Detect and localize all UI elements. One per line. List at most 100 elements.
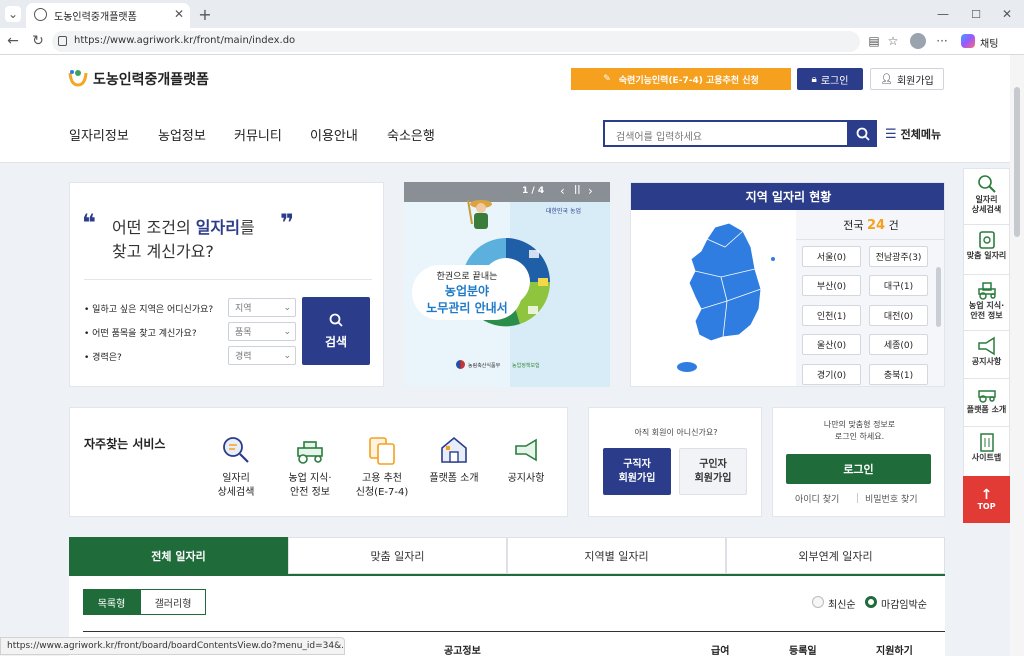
login-button[interactable]: 로그인 [786,454,931,484]
member-signup-card: 아직 회원이 아니신가요? 구직자 회원가입 구인자 회원가입 [588,407,762,517]
maximize-icon[interactable]: ☐ [967,6,985,22]
search-button[interactable] [849,120,877,147]
quick-farm-knowledge[interactable]: 농업 지식· 안전 정보 [963,277,1010,331]
region-jobs-card: 지역 일자리 현황 전국 24 건 서울(0) 전남광주(3) 부산(0) 대구… [630,182,945,387]
region-question-text: 일하고 싶은 지역은 어디신가요? [92,305,214,315]
employer-signup-button[interactable]: 구인자 회원가입 [679,448,747,495]
chevron-down-icon: ⌄ [283,350,291,361]
region-sejong[interactable]: 세종(0) [869,334,928,355]
sort-deadline-label[interactable]: 마감임박순 [881,596,927,611]
total-count: 24 [867,218,886,233]
region-question: • 일하고 싶은 지역은 어디신가요? [84,305,214,315]
service-notice[interactable]: 공지사항 [498,434,554,486]
quick-platform-intro[interactable]: 플랫폼 소개 [963,381,1010,427]
copilot-icon[interactable] [961,34,975,48]
banner-next-icon[interactable]: › [588,184,593,198]
web-page: 도농인력중개플랫폼 ✎ 숙련기능인력(E-7-4) 고용추천 신청 🔒︎ 로그인… [0,55,1010,656]
tab-region-jobs[interactable]: 지역별 일자리 [507,537,726,574]
e74-recommend-label: 숙련기능인력(E-7-4) 고용추천 신청 [618,75,759,86]
tractor-icon [297,441,323,464]
login-card: 나만의 맞춤형 정보로 로그인 하세요. 로그인 아이디 찾기 비밀번호 찾기 [772,407,945,517]
region-daegu[interactable]: 대구(1) [869,275,928,296]
region-jeonnam-gwangju[interactable]: 전남광주(3) [869,246,928,267]
sort-deadline-radio[interactable] [865,596,877,608]
header-login-button[interactable]: 🔒︎ 로그인 [797,68,863,90]
profile-avatar[interactable] [910,33,926,49]
more-menu-icon[interactable]: ··· [934,33,950,49]
tractor-icon [977,282,996,300]
banner-pause-icon[interactable]: || [574,185,581,195]
site-logo-icon[interactable] [68,69,88,87]
tab-close-icon[interactable]: ✕ [172,6,186,22]
quick-custom-jobs[interactable]: 맞춤 일자리 [963,227,1010,275]
tab-external-jobs[interactable]: 외부연계 일자리 [726,537,945,574]
region-select[interactable]: 지역 ⌄ [228,298,296,317]
region-incheon[interactable]: 인천(1) [802,305,861,326]
service-platform-intro[interactable]: 플랫폼 소개 [422,434,486,486]
total-suffix: 건 [888,219,899,232]
nav-guide[interactable]: 이용안내 [310,125,358,144]
tab-all-jobs[interactable]: 전체 일자리 [69,537,288,574]
region-daejeon[interactable]: 대전(0) [869,305,928,326]
nav-farm-info[interactable]: 농업정보 [158,125,206,144]
region-seoul[interactable]: 서울(0) [802,246,861,267]
region-ulsan[interactable]: 울산(0) [802,334,861,355]
sort-latest-radio[interactable] [812,596,824,608]
find-password-link[interactable]: 비밀번호 찾기 [865,492,918,505]
gallery-view-button[interactable]: 갤러리형 [140,589,206,615]
banner-prev-icon[interactable]: ‹ [560,184,565,198]
header-signup-button[interactable]: 👤︎ 회원가입 [870,68,944,90]
scrollbar-thumb[interactable] [1014,87,1020,237]
service-job-detail-search[interactable]: 일자리 상세검색 [206,434,266,500]
region-select-value: 지역 [235,304,252,314]
region-gyeonggi[interactable]: 경기(0) [802,364,861,385]
page-scrollbar[interactable] [1010,55,1024,656]
back-icon[interactable]: ← [5,33,21,49]
item-select[interactable]: 품목 ⌄ [228,322,296,341]
col-job-info: 공고정보 [444,646,481,656]
address-bar[interactable]: https://www.agriwork.kr/front/main/index… [52,31,860,52]
nav-lodging[interactable]: 숙소은행 [387,125,435,144]
quote-close-icon: ❞ [280,209,295,237]
browser-tab[interactable]: 도농인력중개플랫폼 ✕ [26,3,190,28]
header-login-label: 로그인 [820,75,849,87]
search-input[interactable]: 검색어를 입력하세요 [603,120,849,147]
reload-icon[interactable]: ↻ [30,33,46,49]
quick-notice[interactable]: 공지사항 [963,333,1010,379]
nav-job-info[interactable]: 일자리정보 [69,125,129,144]
banner-org-left: 농림축산식품부 [468,363,501,369]
login-prompt: 나만의 맞춤형 정보로 로그인 하세요. [823,420,896,441]
service-e74-recommend[interactable]: 고용 추천 신청(E-7-4) [350,434,414,500]
list-view-button[interactable]: 목록형 [83,589,140,615]
site-info-icon[interactable] [58,36,67,46]
job-search-label: 검색 [324,334,348,349]
url-text: https://www.agriwork.kr/front/main/index… [74,35,296,46]
region-list-scrollbar[interactable] [936,267,941,327]
region-chungbuk[interactable]: 충북(1) [869,364,928,385]
find-id-link[interactable]: 아이디 찾기 [795,492,839,505]
promo-banner[interactable]: 1 / 4 ‹ || › 대한민국 농업 한권으로 끝내는 농업분야 노무관리 … [404,182,610,387]
nav-community[interactable]: 커뮤니티 [234,125,282,144]
seeker-signup-button[interactable]: 구직자 회원가입 [603,448,671,495]
e74-recommend-button[interactable]: ✎ 숙련기능인력(E-7-4) 고용추천 신청 [571,68,791,90]
heading-highlight: 일자리 [195,218,240,237]
korea-map[interactable] [651,217,791,375]
region-busan[interactable]: 부산(0) [802,275,861,296]
service-farm-knowledge[interactable]: 농업 지식· 안전 정보 [280,434,340,500]
sort-latest-label[interactable]: 최신순 [828,596,856,611]
scroll-top-button[interactable]: ↑ TOP [963,476,1010,523]
site-logo-text[interactable]: 도농인력중개플랫폼 [93,69,209,89]
new-tab-icon[interactable]: + [196,5,214,24]
arrow-up-icon: ↑ [980,487,993,503]
quick-sitemap[interactable]: 사이트맵 [963,429,1010,475]
reader-mode-icon[interactable]: ▤ [867,33,881,49]
all-menu-button[interactable]: ☰ 전체메뉴 [885,126,941,142]
tab-list-chevron-icon[interactable]: ⌄ [5,6,21,22]
favorite-star-icon[interactable]: ☆ [886,33,900,49]
tab-custom-jobs[interactable]: 맞춤 일자리 [288,537,507,574]
window-close-icon[interactable]: ✕ [998,6,1016,22]
job-search-button[interactable]: 검색 [302,297,370,365]
quick-job-detail-search[interactable]: 일자리 상세검색 [963,171,1010,225]
career-select[interactable]: 경력 ⌄ [228,346,296,365]
minimize-icon[interactable]: — [934,6,952,22]
